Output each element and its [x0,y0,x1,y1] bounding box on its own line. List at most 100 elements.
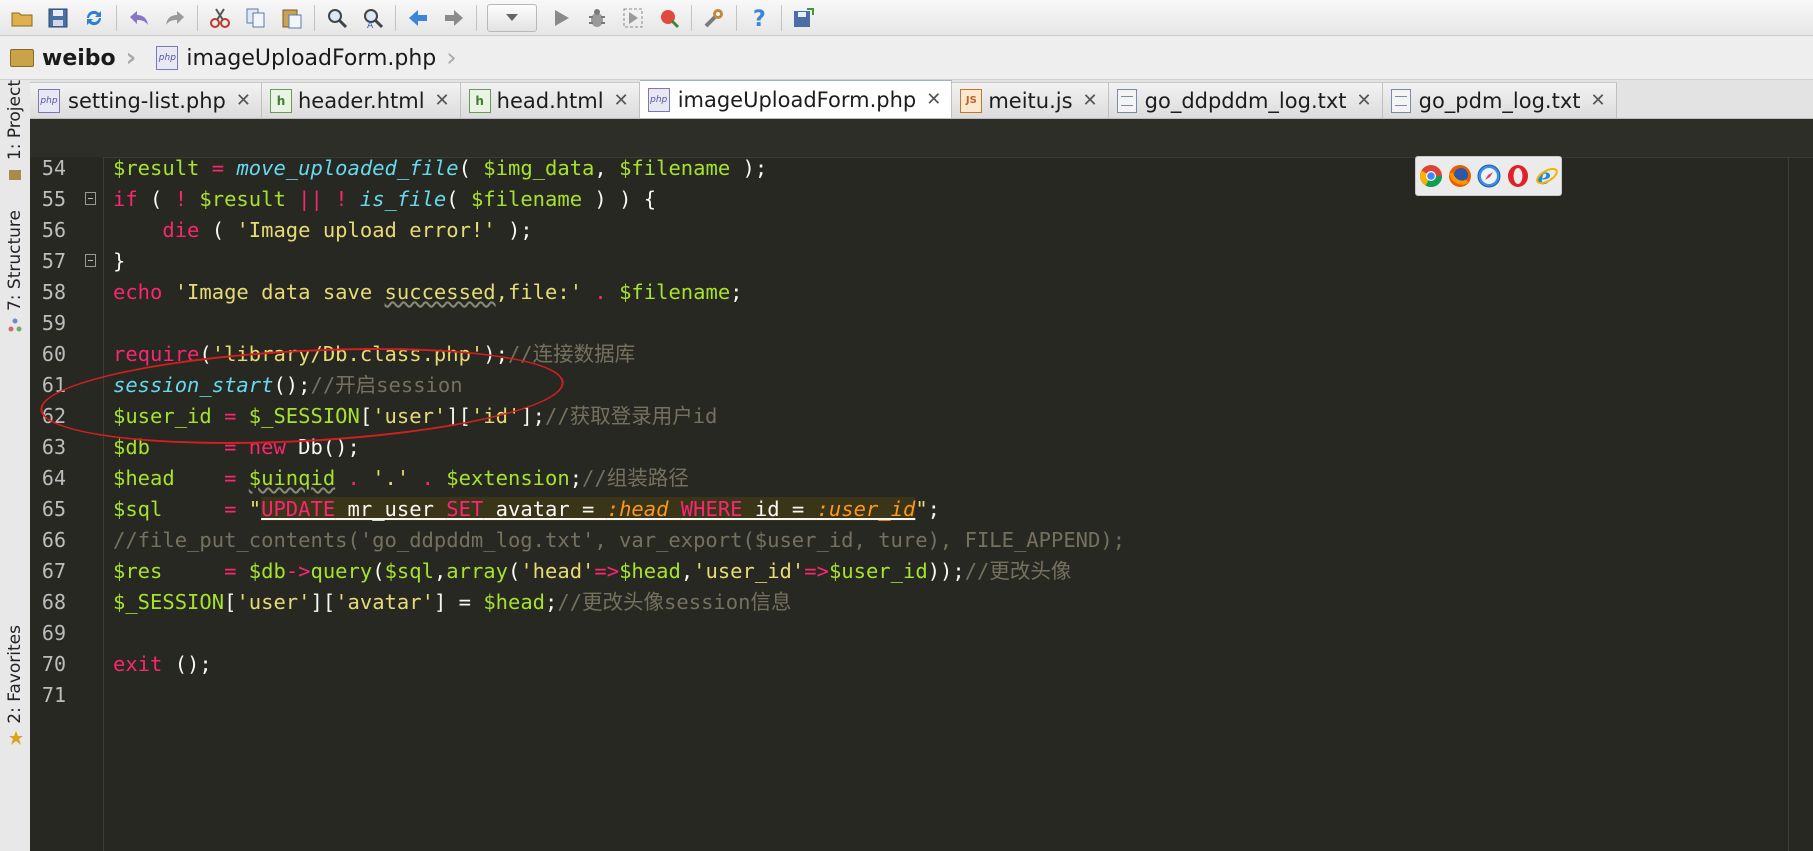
toolbar-separator [736,4,737,31]
replace-icon[interactable]: A [358,3,388,33]
punctuation: ; [545,590,558,614]
debug-icon[interactable] [582,3,612,33]
stop-icon[interactable] [654,3,684,33]
sql-keyword: SET [446,497,484,521]
code-text[interactable]: $sql = "UPDATE mr_user SET avatar = :hea… [113,494,940,525]
sql-param: :head [606,497,669,521]
sidebar-item-label: 7: Structure [5,210,25,312]
comment: //组装路径 [582,466,689,490]
code-text[interactable]: exit (); [113,649,212,680]
punctuation: ( [372,559,385,583]
superglobal: $_SESSION [113,590,225,614]
firefox-icon[interactable] [1448,164,1472,188]
operator: -> [285,559,311,583]
close-icon[interactable]: ✕ [236,90,251,111]
sync-icon[interactable] [79,3,109,33]
close-icon[interactable]: ✕ [1357,90,1372,111]
help-icon[interactable]: ? [744,3,774,33]
close-icon[interactable]: ✕ [1083,90,1098,111]
operator: => [594,559,620,583]
internet-explorer-icon[interactable]: e [1535,164,1559,190]
fold-toggle-icon[interactable] [85,192,96,205]
close-icon[interactable]: ✕ [435,90,450,111]
close-icon[interactable]: ✕ [926,89,941,110]
tab-meitu-js[interactable]: JS meitu.js ✕ [952,82,1109,118]
line-number: 70 [41,652,66,676]
tab-go-ddpddm-log[interactable]: go_ddpddm_log.txt ✕ [1108,82,1383,118]
code-line: 66 //file_put_contents('go_ddpddm_log.tx… [30,525,1813,556]
punctuation: )); [927,559,965,583]
breadcrumb-file[interactable]: php imageUploadForm.php › [146,37,466,79]
close-icon[interactable]: ✕ [614,90,629,111]
forward-icon[interactable] [439,3,469,33]
code-text[interactable]: if ( ! $result || ! is_file( $filename )… [113,184,656,215]
tab-setting-list[interactable]: php setting-list.php ✕ [30,82,262,118]
toolbar-separator [314,4,315,31]
string: 'avatar' [335,590,434,614]
safari-icon[interactable] [1477,164,1501,188]
tab-header-html[interactable]: h header.html ✕ [261,82,461,118]
code-text[interactable]: $res = $db->query($sql,array('head'=>$he… [113,556,1071,587]
tab-go-pdm-log[interactable]: go_pdm_log.txt ✕ [1382,82,1617,118]
variable: $db [248,559,286,583]
open-folder-icon[interactable] [7,3,37,33]
operator: = [199,156,237,180]
punctuation: ; [730,280,743,304]
string: 'user_id' [693,559,805,583]
redo-icon[interactable] [160,3,190,33]
opera-icon[interactable] [1506,164,1530,188]
variable: $sql [384,559,434,583]
operator: || [285,187,336,211]
tab-image-upload-form[interactable]: php imageUploadForm.php ✕ [639,80,953,118]
sidebar-item-structure[interactable]: 7: Structure [0,210,30,332]
breadcrumb-project[interactable]: weibo › [0,37,146,79]
sidebar-item-favorites[interactable]: 2: Favorites [0,625,30,745]
chrome-icon[interactable] [1419,164,1443,188]
operator: => [804,559,829,583]
html-file-icon: h [468,88,491,113]
line-number: 55 [41,187,66,211]
code-text[interactable]: die ( 'Image upload error!' ); [113,215,532,246]
close-icon[interactable]: ✕ [1591,90,1606,111]
line-number: 63 [41,435,66,459]
code-text[interactable]: $result = move_uploaded_file( $img_data,… [113,153,767,184]
run-config-dropdown[interactable] [487,3,537,32]
punctuation: ( [446,187,471,211]
variable: $filename [619,280,731,304]
back-icon[interactable] [403,3,433,33]
vcs-icon[interactable] [789,3,819,33]
string: 'user' [236,590,311,614]
chevron-right-icon: › [446,43,457,73]
sidebar-item-label: 2: Favorites [5,625,25,724]
sidebar-item-project[interactable]: 1: Project [0,80,30,181]
paste-icon[interactable] [277,3,307,33]
copy-icon[interactable] [241,3,271,33]
tab-head-html[interactable]: h head.html ✕ [460,82,640,118]
punctuation: , [433,559,447,583]
find-icon[interactable] [322,3,352,33]
save-icon[interactable] [43,3,73,33]
code-editor[interactable]: 54 $result = move_uploaded_file( $img_da… [30,119,1813,851]
code-text[interactable]: $head = $uinqid . '.' . $extension;//组装路… [113,463,689,494]
sidebar-item-label: 1: Project [5,80,25,161]
php-file-icon: php [156,46,179,70]
variable: $filename [470,187,583,211]
toolbar-separator [197,4,198,31]
code-text[interactable]: } [113,246,125,277]
run-with-coverage-icon[interactable] [618,3,648,33]
undo-icon[interactable] [124,3,154,33]
run-icon[interactable] [546,3,576,33]
fold-toggle-icon[interactable] [85,254,96,267]
code-text[interactable]: //file_put_contents('go_ddpddm_log.txt',… [113,525,1125,556]
settings-icon[interactable] [699,3,729,33]
text-file-icon [1390,88,1411,113]
code-text[interactable]: $_SESSION['user']['avatar'] = $head;//更改… [113,587,791,618]
variable: $uinqid [248,466,336,490]
operator: = [162,497,249,521]
variable: $result [199,187,286,211]
php-file-icon: php [647,87,670,112]
cut-icon[interactable] [205,3,235,33]
code-text[interactable]: echo 'Image data save successed,file:' .… [113,277,743,308]
